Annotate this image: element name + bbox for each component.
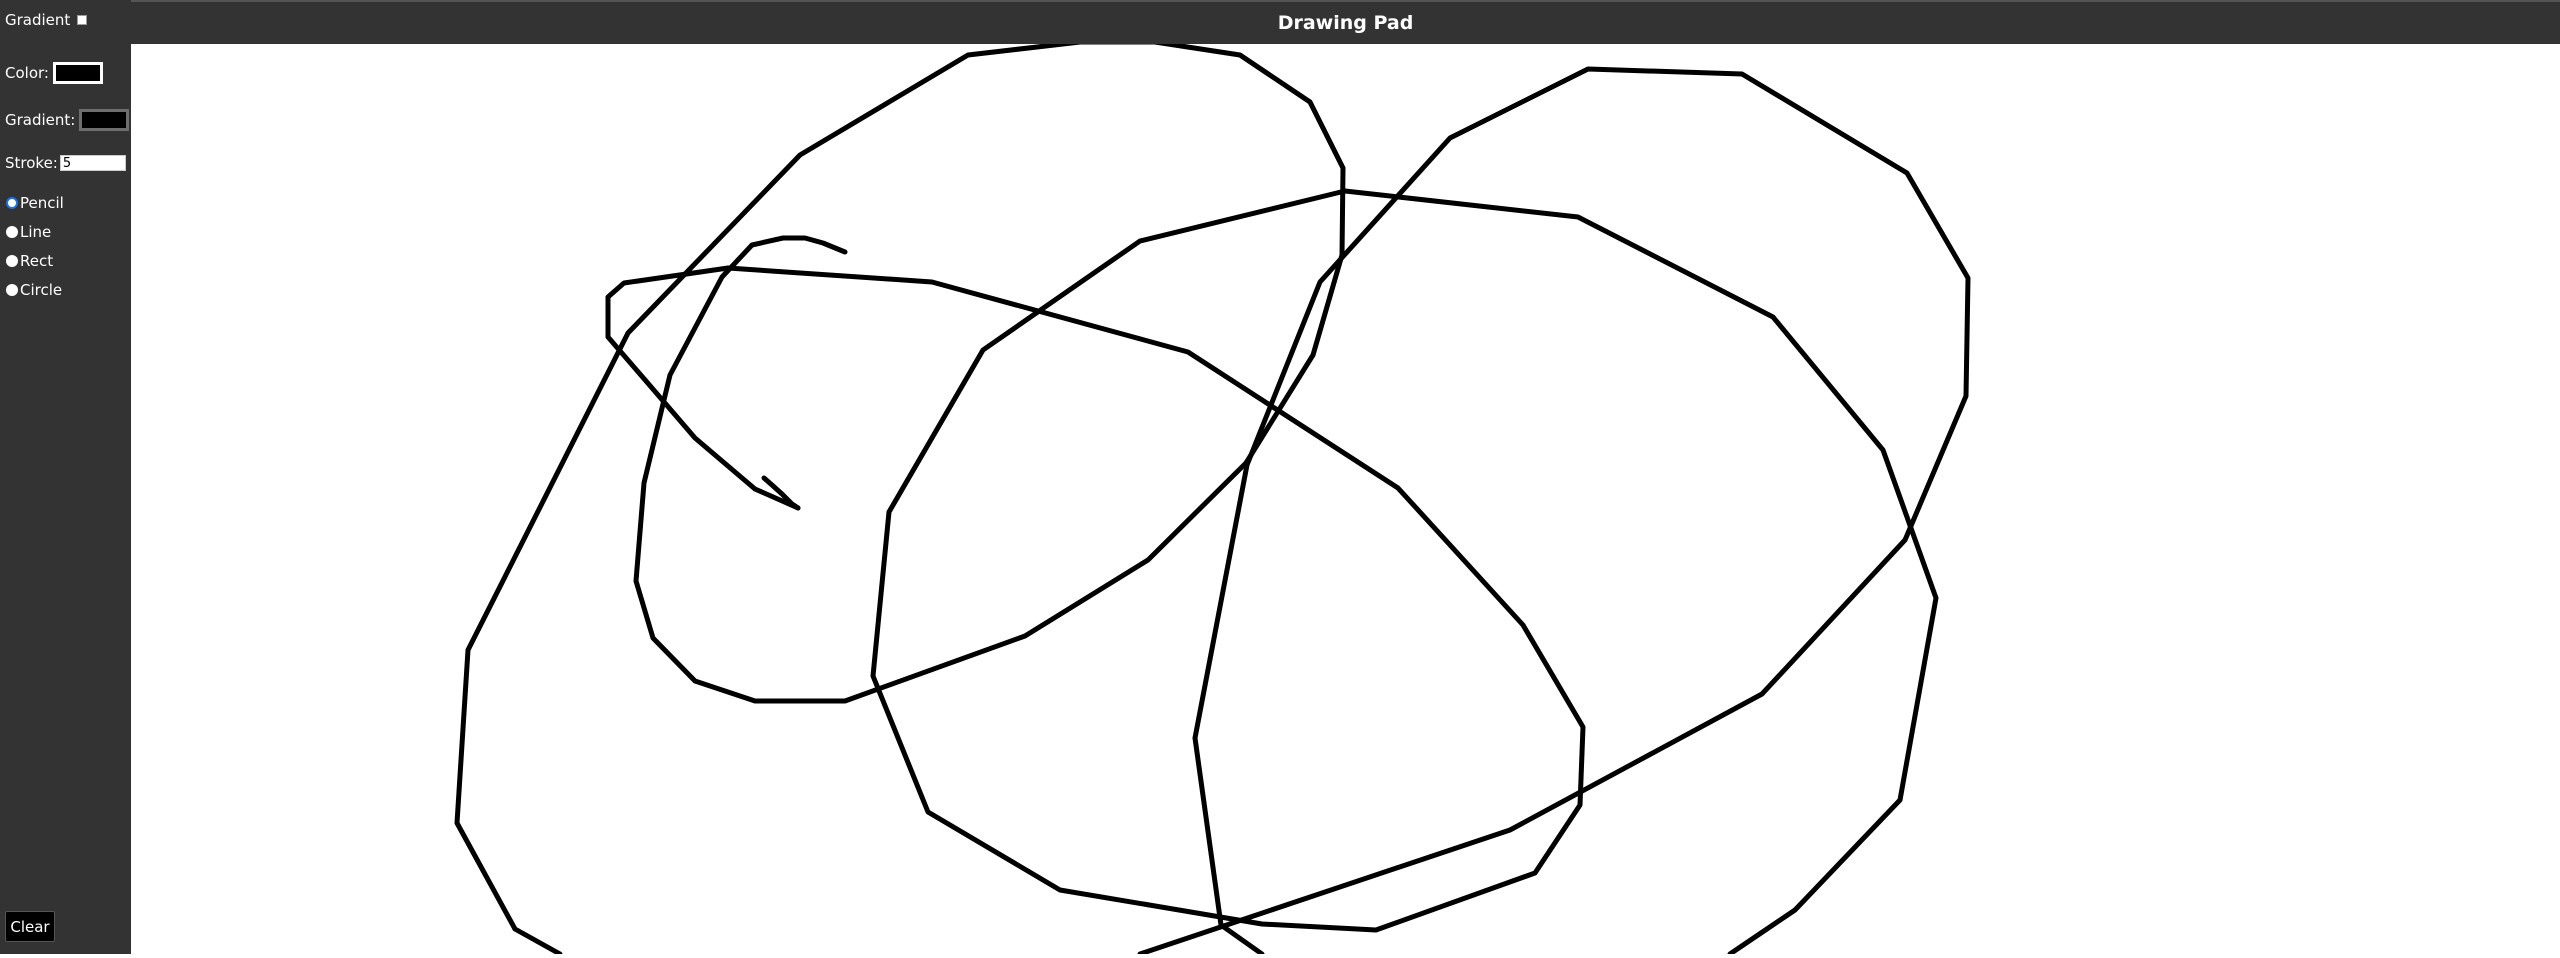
circle-radio[interactable] [6, 284, 18, 296]
drawn-stroke [605, 188, 1939, 957]
gradient-color-control: Gradient: [5, 109, 130, 131]
tool-circle[interactable]: Circle [6, 281, 62, 299]
color-label: Color: [5, 64, 49, 82]
stroke-input[interactable] [59, 155, 126, 171]
tool-line-label: Line [20, 223, 52, 241]
stroke-control: Stroke: [5, 154, 126, 172]
gradient-checkbox[interactable] [77, 15, 88, 25]
gradient-color-swatch[interactable] [79, 109, 130, 131]
gradient-toggle[interactable]: Gradient [5, 11, 88, 29]
gradient-color-label: Gradient: [5, 111, 76, 129]
stroke-label: Stroke: [5, 154, 58, 172]
tool-circle-label: Circle [20, 281, 63, 299]
tool-pencil-label: Pencil [20, 194, 64, 212]
drawing-canvas[interactable] [131, 39, 2560, 957]
drawing-surface[interactable] [131, 39, 2560, 957]
page-title-bar: Drawing Pad [131, 0, 2560, 44]
tool-pencil[interactable]: Pencil [6, 194, 64, 212]
color-swatch[interactable] [52, 62, 103, 84]
tool-line[interactable]: Line [6, 223, 51, 241]
page-title: Drawing Pad [1277, 12, 1414, 34]
line-radio[interactable] [6, 226, 18, 238]
sidebar: Gradient Color: Gradient: Stroke: Pencil… [0, 0, 131, 954]
drawn-stroke [454, 39, 1346, 957]
drawn-stroke [1137, 66, 1971, 957]
tool-rect-label: Rect [20, 252, 54, 270]
color-control: Color: [5, 62, 103, 84]
clear-button[interactable]: Clear [5, 911, 55, 942]
gradient-toggle-label: Gradient [5, 11, 71, 29]
rect-radio[interactable] [6, 255, 18, 267]
pencil-radio[interactable] [6, 197, 18, 209]
tool-rect[interactable]: Rect [6, 252, 53, 270]
